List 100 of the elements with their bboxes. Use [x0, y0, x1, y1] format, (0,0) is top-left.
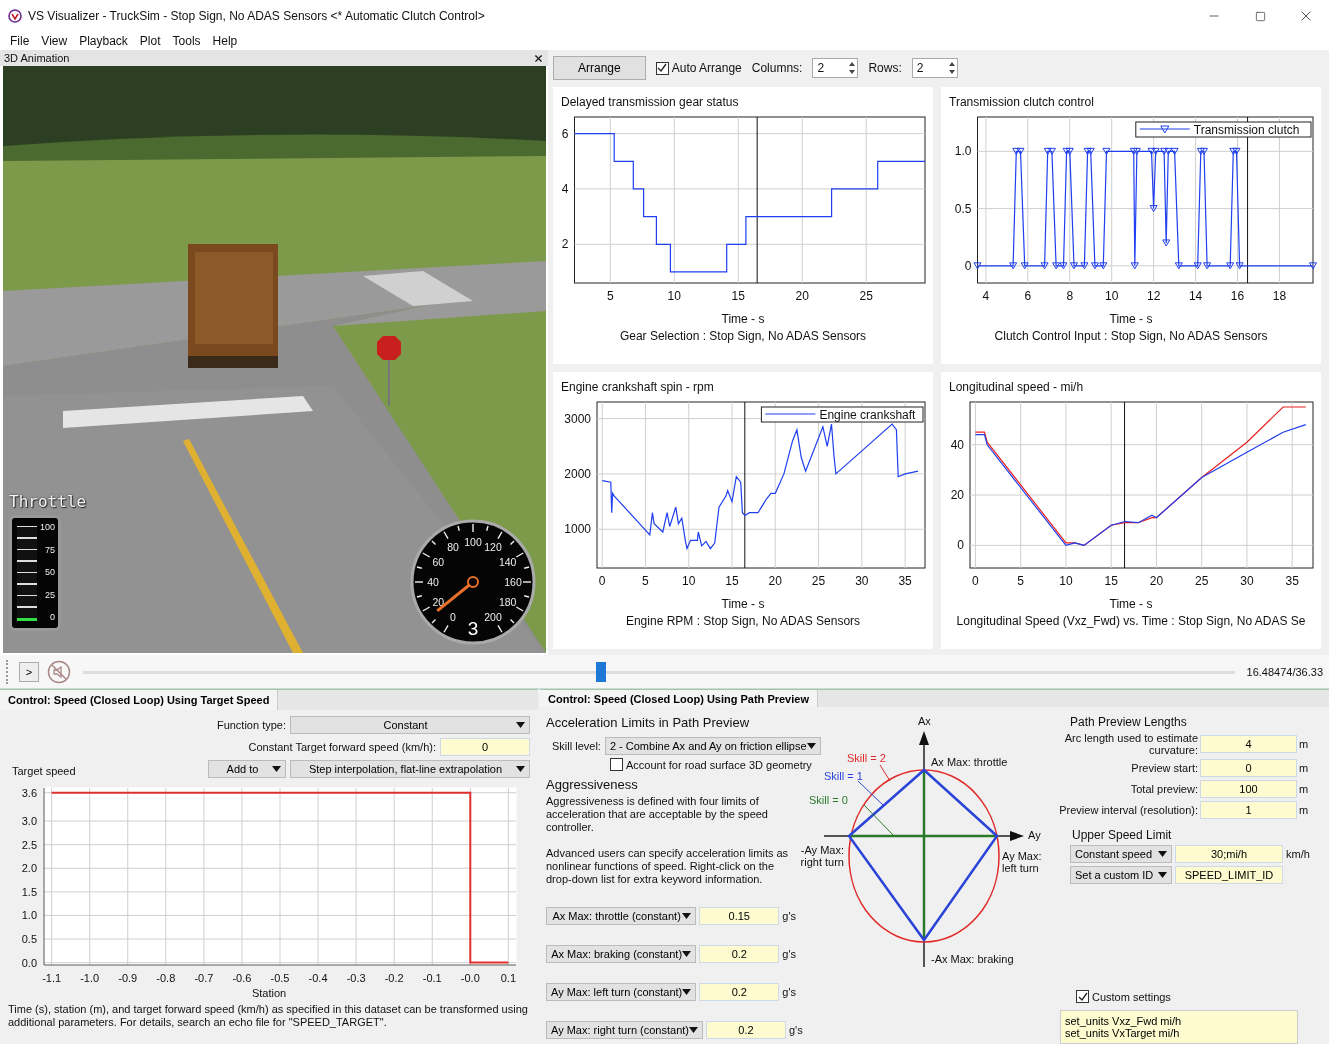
- tick-label: -1.1: [42, 972, 62, 984]
- settings-field[interactable]: set_units Vxz_Fwd mi/h set_units VxTarget mi/h: [1060, 1010, 1298, 1044]
- tick-label: 40: [950, 437, 964, 452]
- unit-label: g's: [788, 1024, 803, 1036]
- input-field[interactable]: 30;mi/h: [1175, 845, 1283, 863]
- chart-caption: Longitudinal Speed (Vxz_Fwd) vs. Time : Stop Sign, No ADAS Se: [956, 614, 1306, 628]
- tick-label: 5: [642, 574, 649, 588]
- dropdown[interactable]: Ax Max: braking (constant): [546, 945, 697, 963]
- tick-label: 0.5: [21, 933, 37, 946]
- gauge-label: 75: [44, 544, 55, 555]
- input-field[interactable]: 0.2: [705, 1021, 786, 1039]
- field-label: Columns:: [751, 61, 803, 75]
- tick-label: 10: [1059, 574, 1073, 588]
- input-field[interactable]: 1: [1200, 801, 1297, 819]
- panel-tab[interactable]: Control: Speed (Closed Loop) Using Path Preview: [540, 690, 818, 707]
- point: [1052, 262, 1061, 270]
- point: [973, 262, 982, 270]
- tick-label: 1.5: [21, 885, 37, 898]
- dropdown[interactable]: 2 - Combine Ax and Ay on friction ellipse: [604, 737, 821, 755]
- dropdown[interactable]: Constant speed: [1070, 845, 1172, 863]
- axis-label: Ax: [918, 715, 931, 727]
- chart-caption: Clutch Control Input : Stop Sign, No ADAS Sensors: [994, 329, 1268, 343]
- spinner-field[interactable]: 2: [911, 58, 958, 78]
- play-button[interactable]: >: [19, 661, 39, 682]
- tick-label: 0: [964, 258, 972, 273]
- input-field[interactable]: 100: [1200, 780, 1297, 798]
- tick-label: 20: [950, 488, 964, 503]
- input-field[interactable]: 0.2: [699, 945, 780, 963]
- menu-item[interactable]: File: [4, 34, 36, 48]
- dropdown[interactable]: Ay Max: left turn (constant): [546, 983, 697, 1001]
- dropdown[interactable]: Constant: [290, 716, 530, 734]
- point: [1083, 147, 1092, 155]
- point: [1016, 147, 1025, 155]
- point: [1099, 262, 1108, 270]
- point: [1012, 147, 1021, 155]
- input-field[interactable]: 0.15: [699, 907, 780, 925]
- section-heading: Path Preview Lengths: [1070, 715, 1188, 729]
- arrange-button[interactable]: Arrange: [553, 56, 646, 80]
- spinner-field[interactable]: 2: [812, 58, 859, 78]
- dropdown[interactable]: Add to: [208, 760, 286, 778]
- legend-label: Transmission clutch: [1193, 123, 1300, 137]
- point: [1232, 147, 1241, 155]
- field-label: Preview interval (resolution):: [1058, 804, 1198, 816]
- tick-label: 35: [898, 574, 912, 588]
- gauge-label: 160: [504, 576, 522, 588]
- gauge-label: 100: [464, 536, 482, 548]
- panel-tab[interactable]: Control: Speed (Closed Loop) Using Target Speed: [0, 690, 279, 710]
- point: [1309, 262, 1317, 270]
- axis-title: Time - s: [721, 597, 765, 611]
- limit-label: Ay Max: left turn: [1002, 850, 1043, 874]
- dropdown[interactable]: Ax Max: throttle (constant): [546, 907, 697, 925]
- tick-label: 2: [561, 237, 569, 252]
- dropdown[interactable]: Set a custom ID: [1070, 866, 1172, 884]
- point: [1162, 239, 1171, 247]
- tick-label: -0.9: [118, 972, 138, 984]
- section-heading: Aggressiveness: [546, 777, 639, 792]
- point: [1170, 147, 1179, 155]
- chart-caption: Gear Selection : Stop Sign, No ADAS Sensors: [619, 329, 867, 343]
- point: [1160, 147, 1169, 155]
- point: [1102, 147, 1111, 155]
- tick-label: 0.0: [21, 956, 37, 969]
- menu-item[interactable]: View: [35, 34, 74, 48]
- section-heading: Upper Speed Limit: [1072, 828, 1173, 842]
- input-field[interactable]: 4: [1200, 735, 1297, 753]
- tick-label: 16: [1230, 289, 1245, 303]
- field-label: Constant Target forward speed (km/h):: [248, 741, 436, 753]
- point: [1062, 147, 1071, 155]
- tick-label: 20: [1149, 574, 1164, 588]
- tick-label: 4: [561, 181, 569, 196]
- input-field[interactable]: 0: [1200, 759, 1297, 777]
- gauge-label: 80: [447, 541, 459, 554]
- input-field[interactable]: SPEED_LIMIT_ID: [1175, 866, 1283, 884]
- menu-item[interactable]: Plot: [133, 34, 167, 48]
- unit-label: g's: [782, 948, 796, 960]
- tick-label: 3000: [564, 411, 591, 426]
- point: [1235, 262, 1244, 270]
- point: [1040, 262, 1049, 270]
- tick-label: 3.0: [21, 815, 37, 828]
- menu-item[interactable]: Tools: [166, 34, 207, 48]
- dropdown[interactable]: Ay Max: right turn (constant): [546, 1021, 703, 1039]
- menu-item[interactable]: Playback: [73, 34, 134, 48]
- gauge-label: 50: [44, 567, 55, 577]
- point: [1229, 147, 1238, 155]
- unit-label: m: [1299, 783, 1310, 795]
- dropdown[interactable]: Step interpolation, flat-line extrapolation: [290, 760, 530, 778]
- gauge-label: 200: [484, 610, 502, 623]
- tick-label: 15: [725, 574, 739, 588]
- tick-label: -0.5: [270, 972, 290, 984]
- point: [1226, 262, 1235, 270]
- menu-item[interactable]: Help: [206, 34, 244, 48]
- gauge-label: 0: [49, 612, 55, 622]
- input-field[interactable]: 0: [440, 738, 530, 756]
- point: [1193, 262, 1202, 270]
- point: [1147, 147, 1156, 155]
- tick-label: -0.7: [194, 972, 214, 984]
- skill-label: Skill = 0: [809, 794, 848, 806]
- limit-label: -Ay Max: right turn: [799, 844, 844, 868]
- point: [1196, 147, 1205, 155]
- tick-label: 35: [1285, 574, 1299, 588]
- input-field[interactable]: 0.2: [699, 983, 780, 1001]
